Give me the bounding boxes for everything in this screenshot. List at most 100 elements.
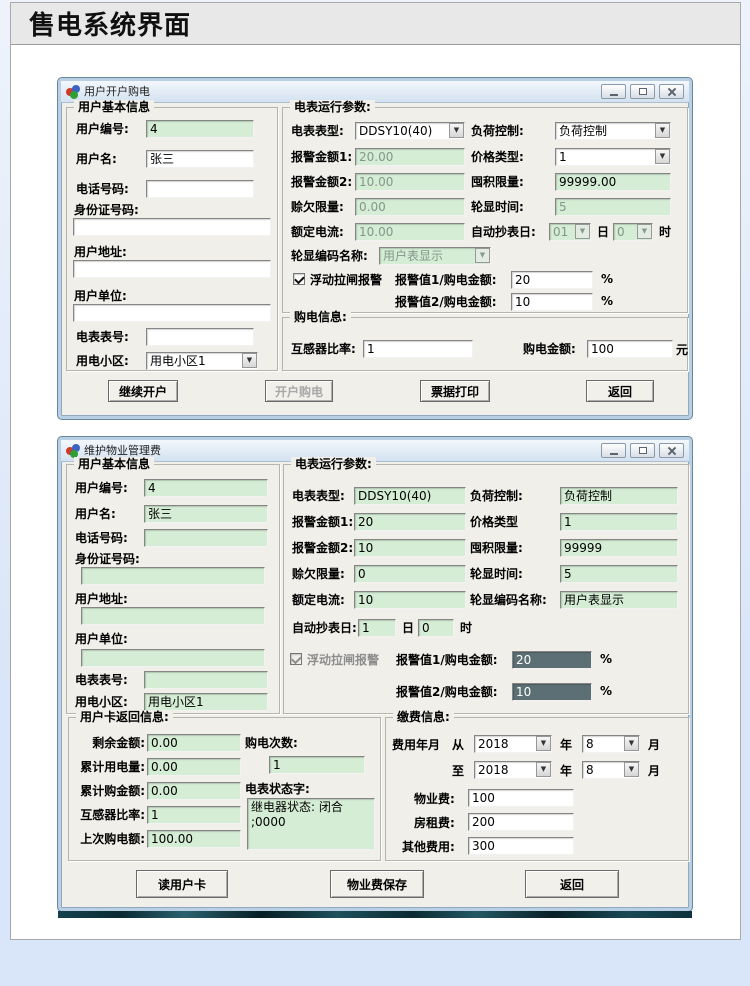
dropdown-arrow-icon[interactable]: ▼ — [449, 123, 464, 138]
page-header: 售电系统界面 — [11, 3, 740, 45]
from-year-select[interactable]: 2018 ▼ — [474, 735, 552, 753]
purchase-amount-field[interactable]: 100 — [587, 340, 673, 358]
dropdown-arrow-icon: ▼ — [475, 248, 490, 263]
auto-read-day-field: 1 — [358, 619, 396, 637]
purchase-count-field: 1 — [269, 756, 365, 774]
alarm2-label: 报警金额2: — [291, 174, 352, 190]
id-card-label: 身份证号码: — [74, 202, 139, 218]
price-type-select[interactable]: 1 ▼ — [555, 148, 671, 166]
ct-ratio-field[interactable]: 1 — [363, 340, 473, 358]
to-year-select[interactable]: 2018 ▼ — [474, 761, 552, 779]
float-alarm-checkbox[interactable] — [293, 273, 305, 285]
ratio1-label: 报警值1/购电金额: — [396, 652, 498, 668]
id-card-field[interactable] — [73, 218, 271, 236]
continue-open-button[interactable]: 继续开户 — [108, 380, 178, 402]
meter-status-label: 电表状态字: — [245, 781, 310, 797]
phone-field[interactable] — [146, 180, 254, 198]
group-user-info-legend: 用户基本信息 — [74, 457, 154, 471]
user-id-label: 用户编号: — [75, 480, 128, 496]
ratio2-label: 报警值2/购电金额: — [396, 684, 498, 700]
property-fee-field[interactable]: 100 — [468, 789, 574, 807]
district-select[interactable]: 用电小区1 ▼ — [146, 352, 258, 370]
group-meter-params: 电表运行参数: 电表表型: DDSY10(40) ▼ 负荷控制: 负荷控制 ▼ … — [282, 107, 688, 313]
meter-type-label: 电表表型: — [292, 488, 345, 504]
from-month-select[interactable]: 8 ▼ — [582, 735, 640, 753]
dropdown-arrow-icon[interactable]: ▼ — [536, 762, 551, 777]
window1-titlebar: 用户开户购电 — [61, 81, 689, 103]
maximize-button[interactable] — [630, 443, 655, 458]
property-fee-label: 物业费: — [414, 791, 455, 807]
float-alarm-label: 浮动拉闸报警 — [310, 272, 382, 288]
dropdown-arrow-icon[interactable]: ▼ — [655, 123, 670, 138]
from-month-value: 8 — [586, 737, 594, 751]
dropdown-arrow-icon[interactable]: ▼ — [624, 736, 639, 751]
maximize-button[interactable] — [630, 84, 655, 99]
back-button[interactable]: 返回 — [586, 380, 654, 402]
ct-ratio-label: 互感器比率: — [73, 807, 145, 823]
dropdown-arrow-icon[interactable]: ▼ — [242, 353, 257, 368]
rent-fee-field[interactable]: 200 — [468, 813, 574, 831]
minimize-button[interactable] — [601, 443, 626, 458]
back-button[interactable]: 返回 — [525, 870, 619, 898]
address-field[interactable] — [73, 260, 271, 278]
close-icon — [667, 446, 676, 455]
ratio2-field[interactable]: 10 — [511, 293, 593, 311]
group-meter-params: 电表运行参数: 电表表型: DDSY10(40) 负荷控制: 负荷控制 报警金额… — [283, 464, 689, 714]
minimize-icon — [610, 453, 618, 455]
yuan-unit: 元 — [676, 341, 688, 358]
dropdown-arrow-icon[interactable]: ▼ — [624, 762, 639, 777]
read-card-button[interactable]: 读用户卡 — [136, 870, 228, 898]
unit-label: 用户单位: — [75, 631, 128, 647]
close-button[interactable] — [659, 443, 684, 458]
alarm2-field: 10.00 — [355, 173, 465, 191]
ratio1-field[interactable]: 20 — [511, 271, 593, 289]
remaining-field: 0.00 — [147, 734, 241, 752]
phone-field — [144, 529, 268, 547]
print-receipt-button[interactable]: 票据打印 — [420, 380, 490, 402]
close-button[interactable] — [659, 84, 684, 99]
load-control-select[interactable]: 负荷控制 ▼ — [555, 122, 671, 140]
dropdown-arrow-icon: ▼ — [575, 224, 590, 239]
user-name-field[interactable]: 张三 — [146, 150, 254, 168]
purchase-count-label: 购电次数: — [245, 735, 298, 751]
to-label: 至 — [452, 763, 464, 779]
dropdown-arrow-icon[interactable]: ▼ — [536, 736, 551, 751]
to-month-select[interactable]: 8 ▼ — [582, 761, 640, 779]
other-fee-field[interactable]: 300 — [468, 837, 574, 855]
district-label: 用电小区: — [75, 694, 128, 710]
load-control-field: 负荷控制 — [560, 487, 678, 505]
meter-type-label: 电表表型: — [291, 123, 344, 139]
credit-limit-field: 0.00 — [355, 198, 465, 216]
open-purchase-button: 开户购电 — [265, 380, 333, 402]
hoard-limit-field: 99999.00 — [555, 173, 671, 191]
phone-label: 电话号码: — [76, 181, 129, 197]
to-month-value: 8 — [586, 763, 594, 777]
user-id-label: 用户编号: — [76, 121, 129, 137]
user-name-label: 用户名: — [75, 506, 116, 522]
ct-ratio-field: 1 — [147, 806, 241, 824]
float-alarm-checkbox — [290, 653, 302, 665]
unit-field[interactable] — [73, 304, 271, 322]
cycle-code-label: 轮显编码名称: — [291, 248, 368, 264]
credit-limit-label: 赊欠限量: — [292, 566, 345, 582]
to-year-value: 2018 — [478, 763, 509, 777]
price-type-label: 价格类型: — [471, 149, 524, 165]
cycle-time-field: 5 — [560, 565, 678, 583]
id-card-label: 身份证号码: — [75, 551, 140, 567]
minimize-button[interactable] — [601, 84, 626, 99]
group-card-info: 用户卡返回信息: 剩余金额: 0.00 购电次数: 1 累计用电量: 0.00 … — [68, 717, 381, 861]
meter-no-field[interactable] — [146, 328, 254, 346]
rated-current-field: 10.00 — [355, 223, 465, 241]
desktop-artifact-strip — [58, 911, 692, 918]
credit-limit-field: 0 — [354, 565, 466, 583]
alarm1-label: 报警金额1: — [291, 149, 352, 165]
dropdown-arrow-icon[interactable]: ▼ — [655, 149, 670, 164]
hoard-limit-field: 99999 — [560, 539, 678, 557]
address-label: 用户地址: — [74, 244, 127, 260]
save-property-fee-button[interactable]: 物业费保存 — [330, 870, 424, 898]
cycle-time-label: 轮显时间: — [471, 199, 524, 215]
group-purchase-legend: 购电信息: — [290, 310, 351, 324]
year-unit-label: 年 — [560, 737, 572, 753]
purchase-amount-label: 购电金额: — [523, 341, 576, 357]
meter-type-select[interactable]: DDSY10(40) ▼ — [355, 122, 465, 140]
